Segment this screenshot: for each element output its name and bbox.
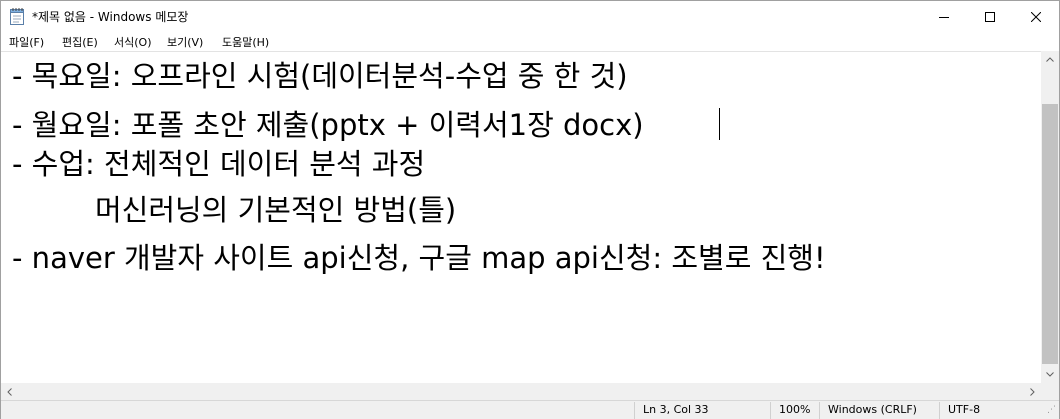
minimize-icon bbox=[939, 16, 949, 18]
text-caret bbox=[719, 108, 720, 140]
chevron-down-icon bbox=[1046, 372, 1054, 377]
minimize-button[interactable] bbox=[921, 1, 967, 32]
editor-line[interactable]: - 수업: 전체적인 데이터 분석 과정 bbox=[12, 147, 425, 181]
scroll-down-button[interactable] bbox=[1041, 366, 1059, 383]
vertical-scroll-thumb[interactable] bbox=[1042, 104, 1058, 364]
text-editor-area[interactable]: - 목요일: 오프라인 시험(데이터분석-수업 중 한 것) - 월요일: 포폴… bbox=[1, 51, 1041, 384]
title-bar[interactable]: *제목 없음 - Windows 메모장 bbox=[1, 1, 1059, 32]
menu-file[interactable]: 파일(F) bbox=[9, 34, 44, 50]
menu-edit[interactable]: 편집(E) bbox=[62, 34, 98, 50]
horizontal-scrollbar[interactable] bbox=[1, 383, 1041, 400]
resize-grip-icon[interactable]: ⋰ bbox=[1047, 405, 1056, 415]
zoom-level: 100% bbox=[770, 402, 819, 419]
menu-view[interactable]: 보기(V) bbox=[167, 34, 203, 50]
editor-line[interactable]: - naver 개발자 사이트 api신청, 구글 map api신청: 조별로… bbox=[12, 241, 826, 275]
menu-help[interactable]: 도움말(H) bbox=[222, 34, 269, 50]
close-button[interactable] bbox=[1013, 1, 1059, 32]
chevron-left-icon bbox=[7, 387, 12, 396]
vertical-scrollbar[interactable] bbox=[1041, 51, 1059, 383]
cursor-position: Ln 3, Col 33 bbox=[634, 402, 770, 419]
scroll-up-button[interactable] bbox=[1041, 51, 1059, 68]
notepad-icon bbox=[9, 7, 25, 25]
notepad-window: *제목 없음 - Windows 메모장 파일(F) 편집(E) 서식(O) 보… bbox=[0, 0, 1060, 419]
chevron-right-icon bbox=[1030, 387, 1035, 396]
menu-bar: 파일(F) 편집(E) 서식(O) 보기(V) 도움말(H) bbox=[1, 32, 1059, 51]
scroll-right-button[interactable] bbox=[1024, 383, 1041, 400]
encoding: UTF-8 bbox=[939, 402, 1039, 419]
window-title: *제목 없음 - Windows 메모장 bbox=[32, 10, 189, 24]
scrollbar-corner bbox=[1041, 383, 1059, 400]
editor-line[interactable]: 머신러닝의 기본적인 방법(틀) bbox=[12, 193, 456, 227]
editor-line[interactable]: - 월요일: 포폴 초안 제출(pptx + 이력서1장 docx) bbox=[12, 108, 644, 142]
chevron-up-icon bbox=[1046, 57, 1054, 62]
menu-format[interactable]: 서식(O) bbox=[114, 34, 151, 50]
maximize-button[interactable] bbox=[967, 1, 1013, 32]
editor-line[interactable]: - 목요일: 오프라인 시험(데이터분석-수업 중 한 것) bbox=[12, 59, 628, 93]
close-icon bbox=[1031, 11, 1041, 22]
line-ending: Windows (CRLF) bbox=[819, 402, 939, 419]
scroll-left-button[interactable] bbox=[1, 383, 18, 400]
maximize-icon bbox=[985, 11, 995, 22]
status-bar: Ln 3, Col 33 100% Windows (CRLF) UTF-8 ⋰ bbox=[1, 400, 1059, 419]
